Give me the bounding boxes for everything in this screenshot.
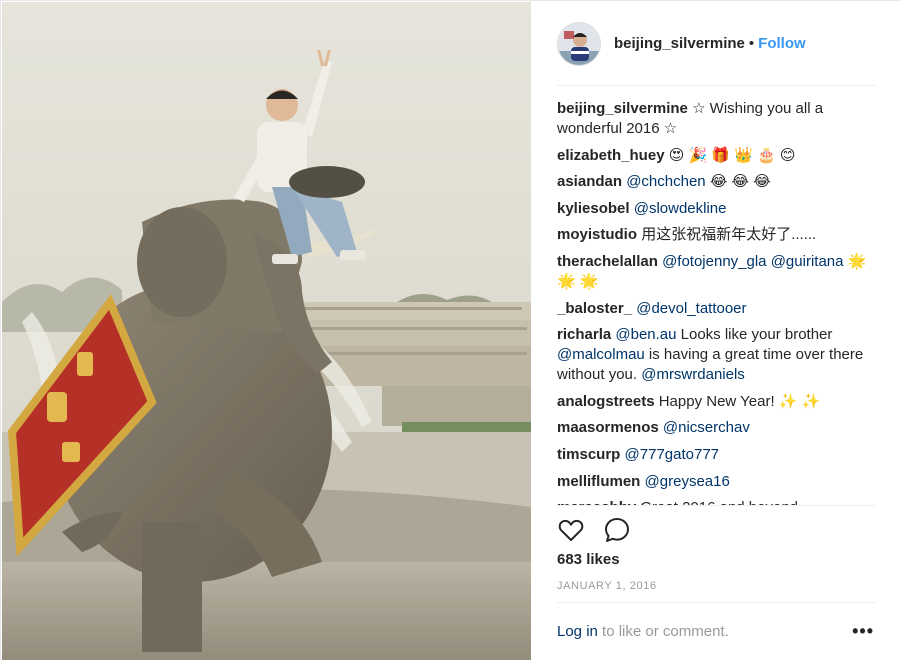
heart-icon[interactable]: [557, 516, 585, 544]
login-link[interactable]: Log in: [557, 623, 598, 640]
comment-item: richarla @ben.au Looks like your brother…: [557, 325, 875, 385]
more-dots-icon[interactable]: •••: [852, 622, 874, 640]
speech-bubble-icon[interactable]: [603, 516, 631, 544]
comment-item: elizabeth_huey 😍 🎉 🎁 👑 🎂 😊: [557, 146, 875, 166]
post-date[interactable]: JANUARY 1, 2016: [557, 580, 657, 592]
comment-username[interactable]: _baloster_: [557, 300, 632, 317]
login-suffix-text: to like or comment.: [597, 623, 729, 640]
comment-mention-link[interactable]: @slowdekline: [634, 200, 727, 217]
comment-item: maraashby Great 2016 and beyond: [557, 498, 875, 505]
comment-username[interactable]: elizabeth_huey: [557, 147, 665, 164]
author-username[interactable]: beijing_silvermine: [614, 35, 745, 52]
follow-button[interactable]: Follow: [758, 35, 806, 52]
comment-mention-link[interactable]: @devol_tattooer: [636, 300, 746, 317]
comment-item: _baloster_ @devol_tattooer: [557, 299, 875, 319]
post-header: beijing_silvermine • Follow: [531, 2, 900, 85]
post-sidebar: beijing_silvermine • Follow beijing_silv…: [531, 2, 900, 660]
comment-text: Looks like your brother: [676, 326, 833, 344]
header-divider: [557, 85, 876, 86]
comment-item: kyliesobel @slowdekline: [557, 199, 875, 219]
comment-text: 用这张祝福新年太好了......: [641, 226, 817, 244]
comment-username[interactable]: analogstreets: [557, 393, 655, 410]
comment-text: Happy New Year! ✨ ✨: [658, 392, 821, 410]
login-prompt: Log in to like or comment.: [557, 623, 729, 640]
comment-mention-link[interactable]: @guiritana: [771, 253, 844, 270]
comment-item: therachelallan @fotojenny_gla @guiritana…: [557, 252, 875, 292]
comment-item: beijing_silvermine ☆ Wishing you all a w…: [557, 99, 875, 139]
comment-username[interactable]: timscurp: [557, 446, 620, 463]
post-frame: beijing_silvermine • Follow beijing_silv…: [0, 0, 900, 660]
footer-divider: [557, 602, 876, 603]
comment-username[interactable]: melliflumen: [557, 473, 640, 490]
comment-mention-link[interactable]: @chchchen: [626, 173, 705, 190]
comment-mention-link[interactable]: @malcolmau: [557, 346, 645, 363]
elephant-photo-illustration: [2, 2, 531, 660]
comment-username[interactable]: maasormenos: [557, 419, 659, 436]
comment-text: 😂 😂 😂: [705, 173, 771, 191]
comment-item: analogstreets Happy New Year! ✨ ✨: [557, 392, 875, 412]
post-photo[interactable]: [2, 2, 531, 660]
comment-username[interactable]: kyliesobel: [557, 200, 630, 217]
avatar-image: [558, 22, 600, 65]
comment-mention-link[interactable]: @greysea16: [645, 473, 730, 490]
comment-username[interactable]: asiandan: [557, 173, 622, 190]
comment-item: moyistudio 用这张祝福新年太好了......: [557, 225, 875, 245]
avatar[interactable]: [557, 21, 601, 66]
comment-username[interactable]: therachelallan: [557, 253, 658, 270]
comment-item: maasormenos @nicserchav: [557, 418, 875, 438]
comment-mention-link[interactable]: @fotojenny_gla: [662, 253, 766, 270]
header-separator: •: [748, 35, 755, 52]
comment-item: timscurp @777gato777: [557, 445, 875, 465]
likes-count[interactable]: 683 likes: [557, 551, 620, 568]
comment-mention-link[interactable]: @ben.au: [615, 326, 676, 343]
comment-text: 😍 🎉 🎁 👑 🎂 😊: [668, 146, 796, 164]
comment-item: melliflumen @greysea16: [557, 472, 875, 492]
actions-divider: [557, 505, 876, 506]
comment-username[interactable]: beijing_silvermine: [557, 100, 688, 117]
comment-username[interactable]: richarla: [557, 326, 611, 343]
comments-list[interactable]: beijing_silvermine ☆ Wishing you all a w…: [557, 99, 875, 505]
comment-mention-link[interactable]: @777gato777: [625, 446, 719, 463]
comment-mention-link[interactable]: @nicserchav: [663, 419, 750, 436]
comment-mention-link[interactable]: @mrswrdaniels: [641, 366, 745, 383]
comment-username[interactable]: moyistudio: [557, 226, 637, 243]
comment-item: asiandan @chchchen 😂 😂 😂: [557, 172, 875, 192]
